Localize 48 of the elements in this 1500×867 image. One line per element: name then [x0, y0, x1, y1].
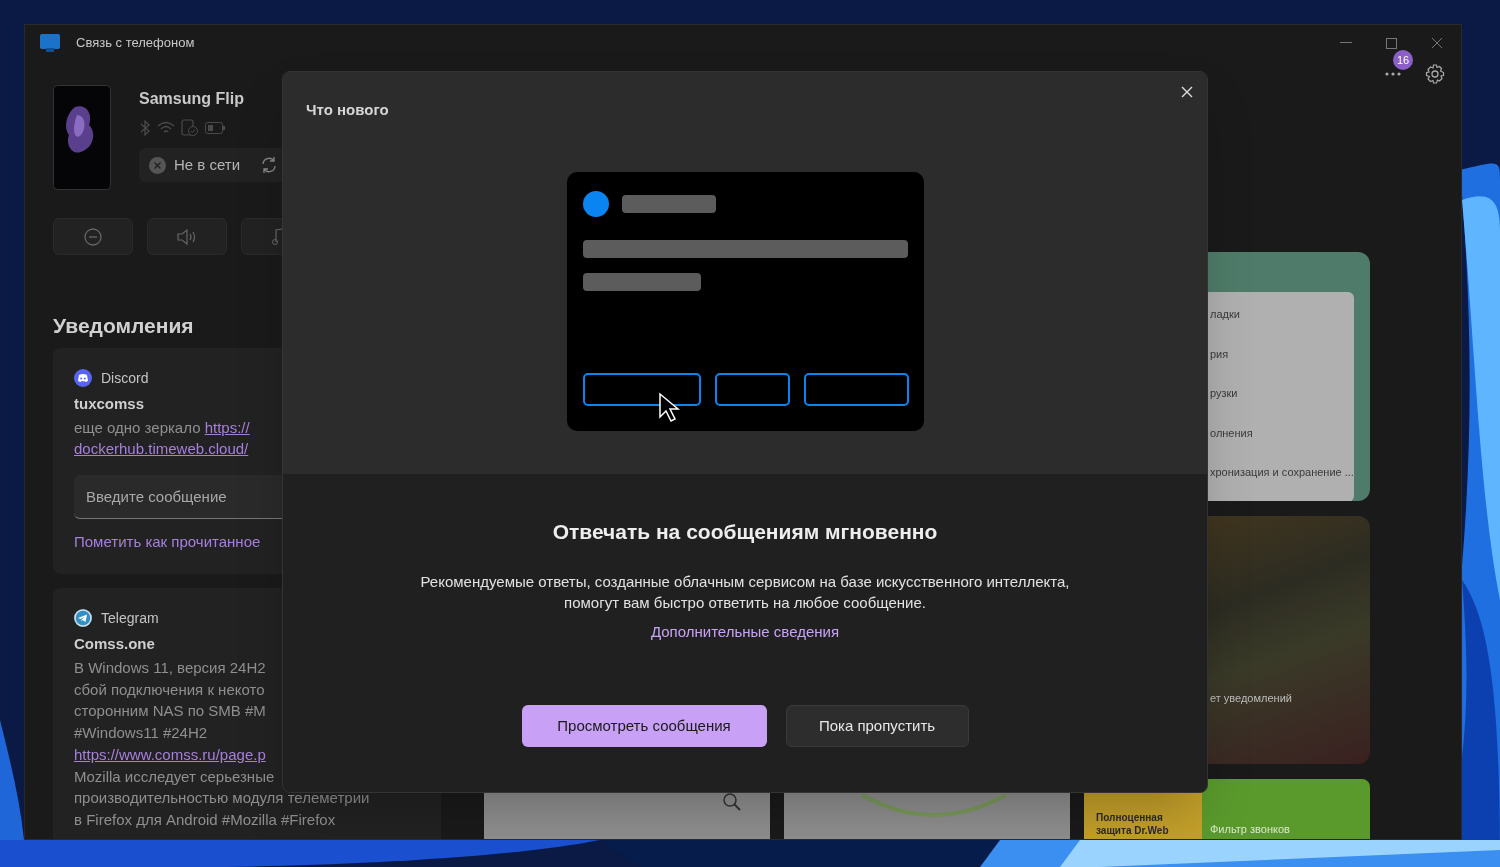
phone-check-icon: [181, 119, 199, 137]
more-icon[interactable]: [1385, 72, 1401, 76]
skip-button[interactable]: Пока пропустить: [785, 705, 969, 747]
message-line: производительностью модуля телеметрии: [74, 788, 371, 809]
minus-circle-icon: [84, 227, 102, 246]
message-line: в Firefox для Android #Mozilla #Firefox: [74, 809, 337, 830]
bluetooth-icon: [139, 119, 151, 137]
menu-item[interactable]: рузки: [1210, 385, 1238, 402]
promo-text: Фильтр звонков: [1210, 821, 1290, 837]
sender-name: tuxcomss: [74, 393, 146, 414]
maximize-icon[interactable]: [1386, 37, 1397, 49]
speaker-icon: [177, 228, 197, 245]
message-link[interactable]: dockerhub.timeweb.cloud/: [74, 440, 249, 457]
message-line: #Windows11 #24H2: [74, 723, 209, 744]
music-note-icon: [272, 227, 284, 246]
menu-item[interactable]: рия: [1210, 345, 1229, 362]
menu-item[interactable]: хронизация и сохранение ...: [1210, 464, 1354, 481]
empty-state-text: ет уведомлений: [1210, 690, 1292, 706]
sender-name: Comss.one: [74, 633, 156, 654]
phone-name: Samsung Flip: [139, 89, 245, 109]
message-line: Mozilla исследует серьезные: [74, 766, 276, 787]
learn-more-link[interactable]: Дополнительные сведения: [650, 620, 840, 643]
dialog-heading: Отвечать на сообщениям мгновенно: [552, 519, 938, 545]
minimize-icon[interactable]: [1340, 42, 1352, 44]
message-line: В Windows 11, версия 24H2: [74, 658, 267, 678]
message-line: сторонним NAS по SMB #M: [74, 701, 267, 722]
dialog-title: Что нового: [306, 100, 389, 120]
app-name: Telegram: [101, 608, 159, 628]
app-icon: [74, 609, 92, 627]
promo-text: Полноценная защита Dr.Web: [1096, 811, 1170, 837]
section-title: Уведомления: [53, 313, 195, 339]
app-logo-icon: [39, 33, 61, 53]
refresh-icon[interactable]: [260, 156, 279, 174]
menu-item[interactable]: ладки: [1210, 306, 1240, 323]
dialog-description: Рекомендуемые ответы, созданные облачным сервисом на базе искусственного интеллекта, помогут вам быстро ответить на любое сообщение.: [420, 571, 1070, 613]
app-icon: [74, 369, 92, 387]
wifi-icon: [157, 121, 175, 135]
status-text: Не в сети: [174, 154, 241, 175]
message-line: сбой подключения к некото: [74, 679, 266, 700]
message-link[interactable]: https://: [204, 419, 250, 436]
view-messages-button[interactable]: Просмотреть сообщения: [521, 705, 767, 747]
settings-icon[interactable]: [1425, 64, 1445, 84]
window-title: Связь с телефоном: [76, 34, 195, 53]
notification-badge: 16: [1393, 50, 1413, 70]
battery-icon: [205, 122, 225, 134]
offline-icon: [149, 156, 166, 174]
menu-item[interactable]: олнения: [1210, 424, 1253, 441]
app-name: Discord: [101, 368, 149, 388]
